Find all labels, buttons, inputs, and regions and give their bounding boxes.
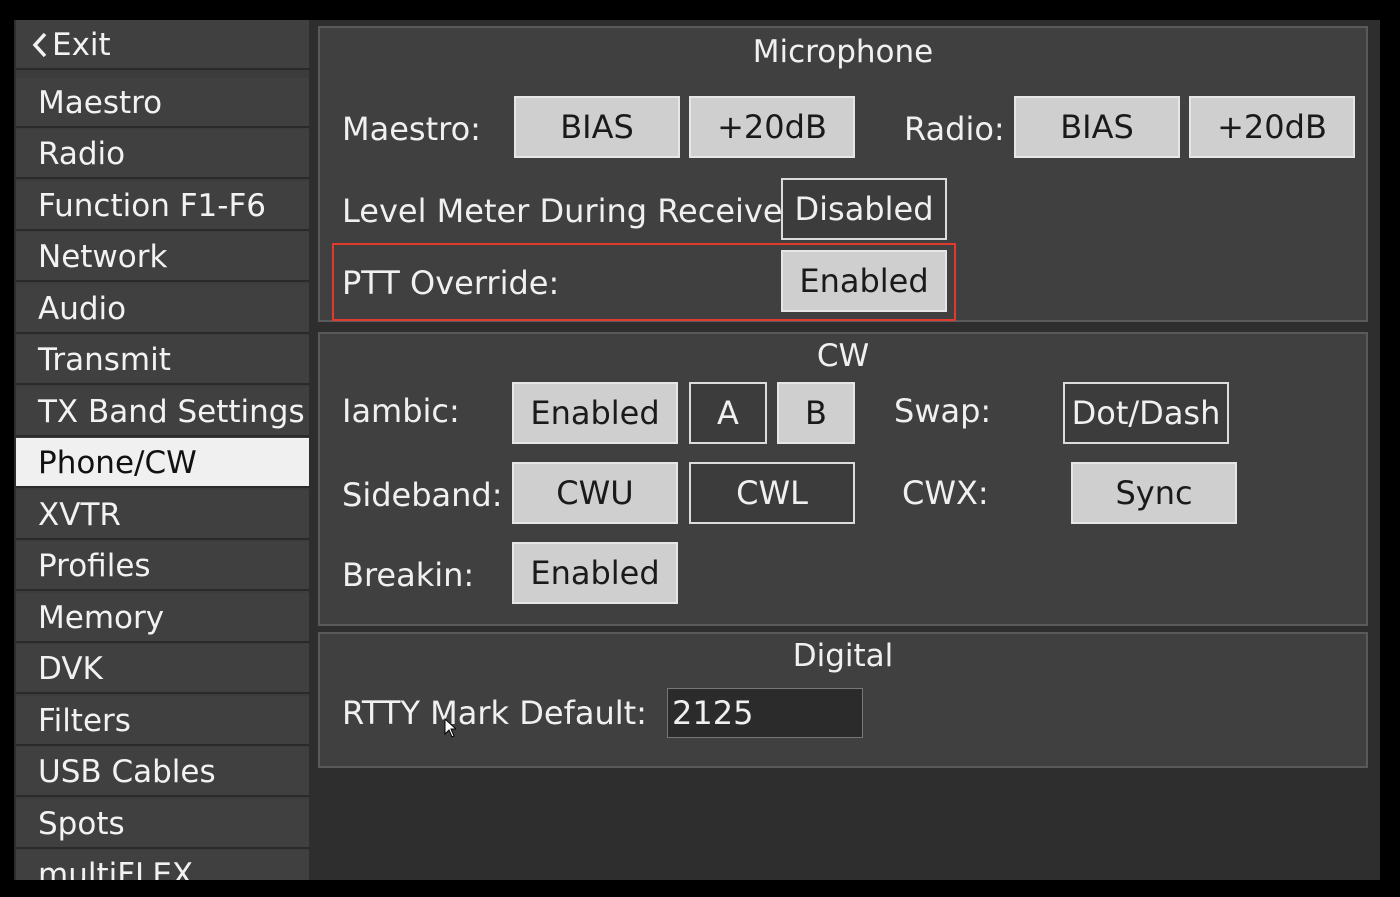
chevron-left-icon [32, 23, 48, 58]
sidebar-item-memory[interactable]: Memory [16, 593, 309, 643]
swap-label: Swap: [894, 392, 992, 430]
sidebar-item-xvtr[interactable]: XVTR [16, 490, 309, 540]
sidebar: Exit Maestro Radio Function F1-F6 Networ… [16, 20, 309, 880]
exit-label: Exit [52, 27, 111, 63]
sidebar-item-audio[interactable]: Audio [16, 284, 309, 334]
cw-section: CW Iambic: Enabled A B Swap: Dot/Dash Si… [318, 332, 1368, 626]
microphone-section: Microphone Maestro: BIAS +20dB Radio: BI… [318, 26, 1368, 322]
sidebar-item-usb-cables[interactable]: USB Cables [16, 747, 309, 797]
sidebar-item-tx-band-settings[interactable]: TX Band Settings [16, 387, 309, 437]
main-panel: Microphone Maestro: BIAS +20dB Radio: BI… [318, 26, 1370, 880]
sidebar-item-network[interactable]: Network [16, 232, 309, 282]
level-meter-toggle[interactable]: Disabled [781, 178, 947, 240]
level-meter-label: Level Meter During Receive: [342, 192, 794, 230]
microphone-title: Microphone [752, 34, 934, 70]
rtty-mark-label: RTTY Mark Default: [342, 694, 647, 732]
sidebar-item-spots[interactable]: Spots [16, 799, 309, 849]
ptt-override-label: PTT Override: [342, 264, 560, 302]
sideband-label: Sideband: [342, 476, 503, 514]
cwx-sync-button[interactable]: Sync [1071, 462, 1237, 524]
radio-20db-button[interactable]: +20dB [1189, 96, 1355, 158]
ptt-override-toggle[interactable]: Enabled [781, 250, 947, 312]
maestro-20db-button[interactable]: +20dB [689, 96, 855, 158]
cwx-label: CWX: [902, 474, 989, 512]
sidebar-item-profiles[interactable]: Profiles [16, 541, 309, 591]
radio-label: Radio: [904, 110, 1005, 148]
exit-button[interactable]: Exit [16, 20, 309, 70]
maestro-label: Maestro: [342, 110, 481, 148]
mouse-cursor-icon [444, 718, 456, 738]
iambic-mode-a-button[interactable]: A [689, 382, 767, 444]
swap-dot-dash-button[interactable]: Dot/Dash [1063, 382, 1229, 444]
digital-section: Digital RTTY Mark Default: [318, 632, 1368, 768]
sidebar-item-function[interactable]: Function F1-F6 [16, 181, 309, 231]
radio-bias-button[interactable]: BIAS [1014, 96, 1180, 158]
sidebar-item-multiflex[interactable]: multiFLEX [16, 850, 309, 880]
sidebar-item-transmit[interactable]: Transmit [16, 335, 309, 385]
iambic-toggle[interactable]: Enabled [512, 382, 678, 444]
settings-window: Exit Maestro Radio Function F1-F6 Networ… [14, 20, 1380, 880]
iambic-mode-b-button[interactable]: B [777, 382, 855, 444]
breakin-toggle[interactable]: Enabled [512, 542, 678, 604]
sidebar-item-maestro[interactable]: Maestro [16, 78, 309, 128]
rtty-mark-input[interactable] [667, 688, 863, 738]
sidebar-item-filters[interactable]: Filters [16, 696, 309, 746]
maestro-bias-button[interactable]: BIAS [514, 96, 680, 158]
breakin-label: Breakin: [342, 556, 475, 594]
sidebar-item-radio[interactable]: Radio [16, 129, 309, 179]
iambic-label: Iambic: [342, 392, 460, 430]
sideband-cwl-button[interactable]: CWL [689, 462, 855, 524]
digital-title: Digital [792, 638, 894, 674]
sidebar-item-dvk[interactable]: DVK [16, 644, 309, 694]
cw-title: CW [816, 338, 870, 374]
sidebar-item-phone-cw[interactable]: Phone/CW [16, 438, 309, 488]
sideband-cwu-button[interactable]: CWU [512, 462, 678, 524]
